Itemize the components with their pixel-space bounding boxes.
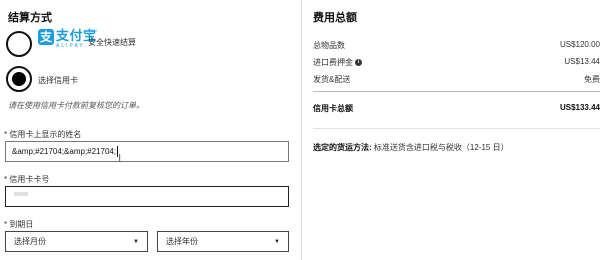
cardholder-name-label: * 信用卡上显示的姓名	[4, 130, 82, 139]
cost-summary-title: 费用总额	[313, 12, 357, 24]
summary-row-import-deposit: 进口费押金 i US$13.44	[313, 57, 600, 68]
summary-row-value: US$120.00	[559, 40, 600, 49]
expiry-year-placeholder: 选择年份	[166, 237, 198, 246]
expiry-year-select[interactable]: 选择年份 ▼	[157, 231, 289, 252]
summary-row-label: 发货&配送	[313, 75, 351, 84]
alipay-radio[interactable]	[6, 31, 32, 57]
card-number-input[interactable]	[5, 186, 289, 207]
text-cursor-icon: Ι	[118, 152, 122, 165]
expiry-date-label: * 到期日	[4, 220, 34, 229]
summary-row-label: 进口费押金	[313, 58, 353, 67]
cardholder-name-input[interactable]: &amp;#21704;&amp;#21704;	[5, 141, 289, 162]
summary-row-items: 总物品数 US$120.00	[313, 40, 600, 51]
summary-row-label: 总物品数	[313, 41, 345, 50]
card-number-label: * 信用卡卡号	[4, 175, 50, 184]
review-order-note: 请在使用信用卡付款前复核您的订单。	[8, 101, 144, 110]
summary-row-shipping: 发货&配送 免费	[313, 74, 600, 85]
cardholder-name-value: &amp;#21704;&amp;#21704;	[12, 147, 117, 156]
summary-row-value: US$13.44	[564, 57, 600, 66]
shipping-method-label: 选定的货运方法:	[313, 143, 372, 152]
panel-divider	[301, 0, 302, 260]
shipping-method-value: 标准送货含进口税与税收（12-15 日）	[373, 143, 509, 152]
summary-divider	[313, 91, 600, 92]
payment-panel: 结算方式 支 支付宝 ALIPAY TM 安全快速结算 选择信用卡 请在使用信用…	[0, 0, 300, 260]
dropdown-arrow-icon: ▼	[133, 238, 139, 245]
summary-row-value: 免费	[584, 75, 600, 84]
total-value: US$133.44	[559, 103, 600, 112]
shipping-divider	[313, 128, 600, 129]
credit-card-radio[interactable]	[6, 66, 32, 92]
info-icon[interactable]: i	[355, 59, 362, 67]
summary-total-row: 信用卡总额 US$133.44	[313, 103, 600, 114]
cost-summary-panel: 费用总额 总物品数 US$120.00 进口费押金 i US$13.44 发货&配…	[313, 0, 600, 260]
total-label: 信用卡总额	[313, 104, 353, 113]
alipay-icon: 支	[38, 29, 54, 45]
masked-card-number	[14, 192, 28, 196]
shipping-method: 选定的货运方法: 标准送货含进口税与税收（12-15 日）	[313, 142, 509, 153]
payment-method-title: 结算方式	[8, 12, 52, 24]
dropdown-arrow-icon: ▼	[274, 238, 280, 245]
alipay-trademark: TM	[91, 28, 97, 33]
alipay-description: 安全快速结算	[88, 38, 136, 47]
expiry-month-select[interactable]: 选择月份 ▼	[5, 231, 148, 252]
credit-card-label[interactable]: 选择信用卡	[38, 75, 78, 86]
expiry-month-placeholder: 选择月份	[14, 237, 46, 246]
